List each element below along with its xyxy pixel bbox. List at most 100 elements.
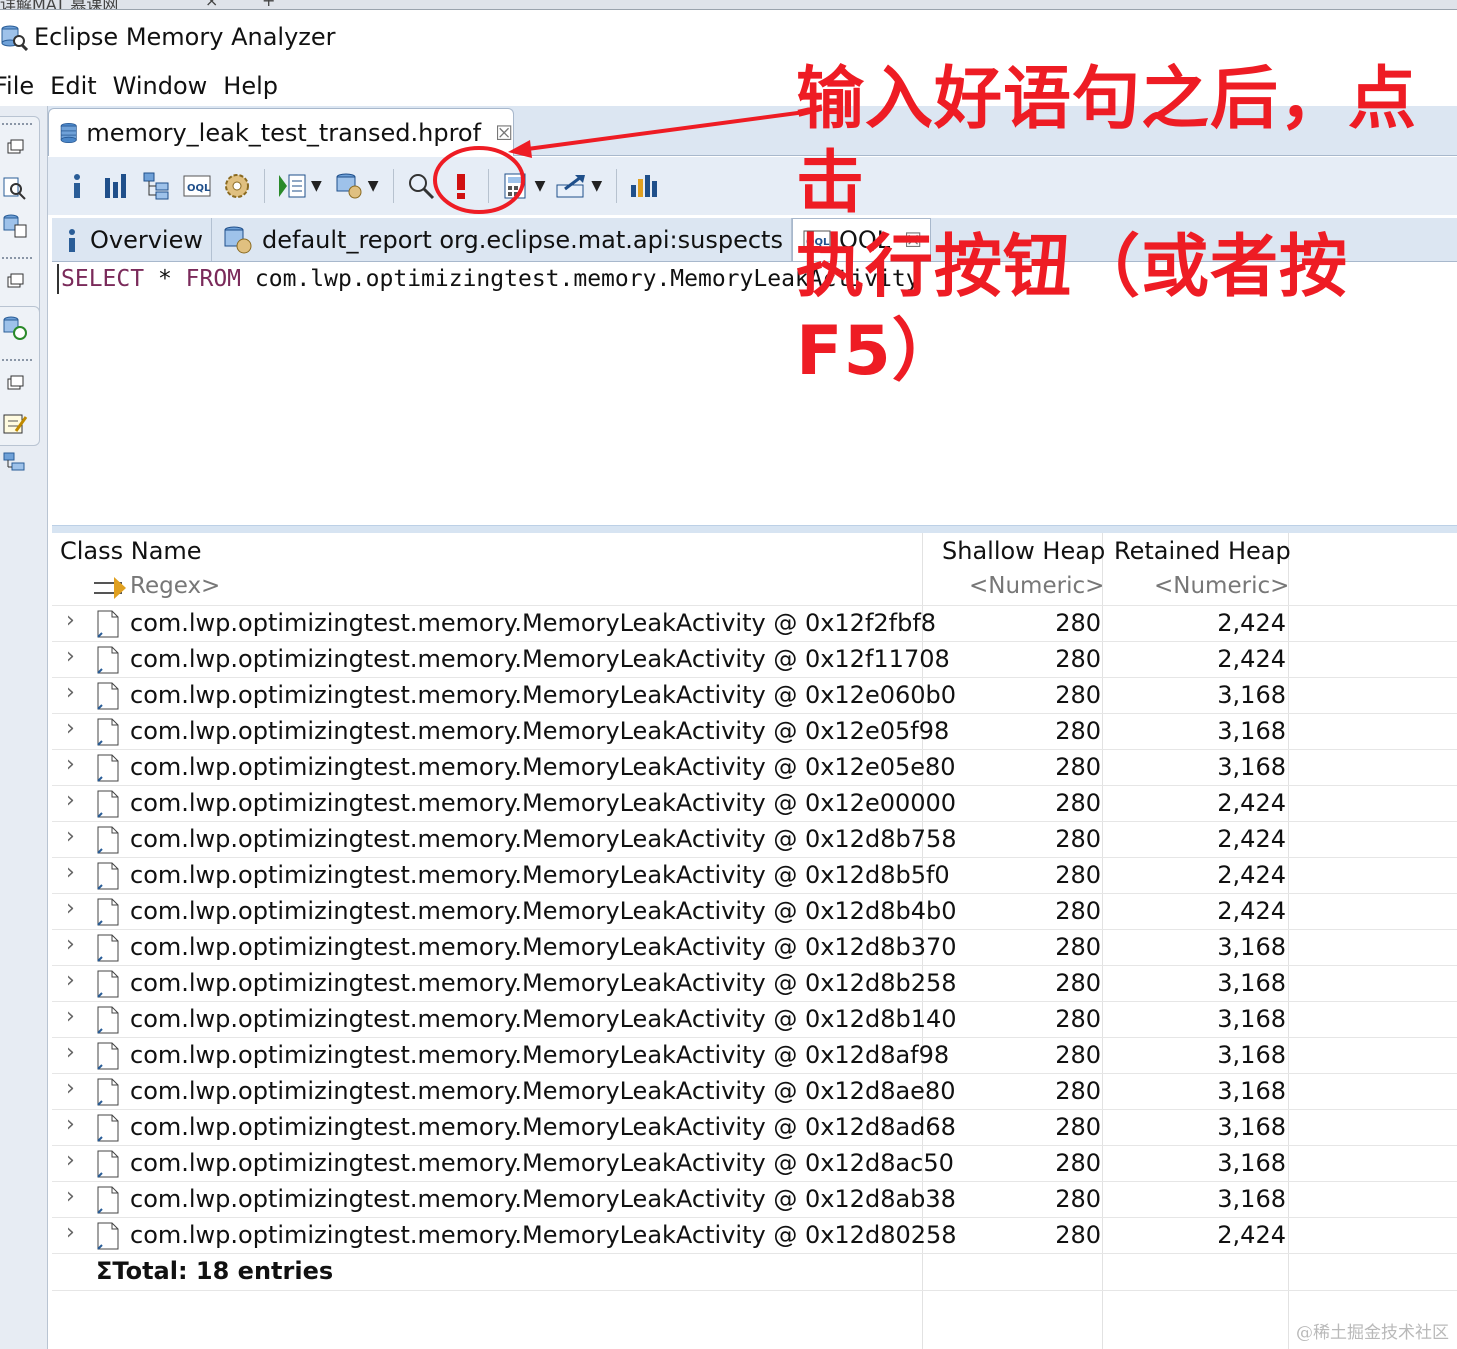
- drag-handle[interactable]: [2, 123, 32, 129]
- chevron-down-icon[interactable]: ▼: [368, 178, 379, 194]
- tab-overview[interactable]: Overview: [52, 218, 212, 261]
- expand-chevron-icon[interactable]: ›: [66, 824, 75, 849]
- annotation-line-2: 执行按钮（或者按F5）: [796, 228, 1349, 391]
- menu-window[interactable]: Window: [113, 72, 208, 100]
- object-icon: [97, 898, 119, 926]
- browser-tab-title[interactable]: 详解MAT 慕课网: [0, 0, 118, 9]
- object-icon: [97, 1222, 119, 1250]
- table-row[interactable]: › com.lwp.optimizingtest.memory.MemoryLea…: [52, 1038, 1457, 1074]
- expand-chevron-icon[interactable]: ›: [66, 1040, 75, 1065]
- table-row[interactable]: › com.lwp.optimizingtest.memory.MemoryLea…: [52, 822, 1457, 858]
- export-button[interactable]: [555, 169, 589, 203]
- table-row[interactable]: › com.lwp.optimizingtest.memory.MemoryLea…: [52, 1002, 1457, 1038]
- filter-retained-heap[interactable]: <Numeric>: [1154, 573, 1289, 599]
- shallow-heap-cell: 280: [1055, 1041, 1101, 1069]
- calculate-retained-size-button[interactable]: [499, 169, 533, 203]
- table-row[interactable]: › com.lwp.optimizingtest.memory.MemoryLea…: [52, 678, 1457, 714]
- expand-chevron-icon[interactable]: ›: [66, 896, 75, 921]
- chevron-down-icon[interactable]: ▼: [535, 178, 546, 194]
- keyword-select: SELECT: [61, 266, 145, 292]
- expand-chevron-icon[interactable]: ›: [66, 968, 75, 993]
- expand-chevron-icon[interactable]: ›: [66, 788, 75, 813]
- thread-overview-button[interactable]: [220, 169, 254, 203]
- notes-history-icon[interactable]: [2, 315, 28, 341]
- execute-query-button[interactable]: [444, 169, 478, 203]
- tab-label: default_report org.eclipse.mat.api:suspe…: [262, 225, 783, 254]
- retained-heap-cell: 3,168: [1217, 933, 1286, 961]
- table-row[interactable]: › com.lwp.optimizingtest.memory.MemoryLea…: [52, 714, 1457, 750]
- expand-chevron-icon[interactable]: ›: [66, 608, 75, 633]
- menu-file[interactable]: File: [0, 72, 34, 100]
- expand-chevron-icon[interactable]: ›: [66, 860, 75, 885]
- expand-chevron-icon[interactable]: ›: [66, 680, 75, 705]
- column-header-retained-heap[interactable]: Retained Heap: [1114, 537, 1291, 565]
- tab-default-report[interactable]: default_report org.eclipse.mat.api:suspe…: [212, 218, 792, 261]
- overview-button[interactable]: [60, 169, 94, 203]
- inspector-icon[interactable]: [2, 175, 28, 201]
- restore-icon[interactable]: [2, 137, 28, 163]
- class-name-cell: com.lwp.optimizingtest.memory.MemoryLeak…: [130, 717, 950, 745]
- navigation-history-icon[interactable]: [2, 449, 28, 475]
- column-header-shallow-heap[interactable]: Shallow Heap: [942, 537, 1105, 565]
- expand-chevron-icon[interactable]: ›: [66, 644, 75, 669]
- table-row[interactable]: › com.lwp.optimizingtest.memory.MemoryLea…: [52, 858, 1457, 894]
- report-icon: [224, 226, 252, 253]
- heap-dump-history-icon[interactable]: [2, 213, 28, 239]
- oql-button[interactable]: OQL: [180, 169, 214, 203]
- table-row[interactable]: › com.lwp.optimizingtest.memory.MemoryLea…: [52, 966, 1457, 1002]
- run-report-button[interactable]: [275, 169, 309, 203]
- class-name-cell: com.lwp.optimizingtest.memory.MemoryLeak…: [130, 1221, 957, 1249]
- editor-tab-heap-dump[interactable]: memory_leak_test_transed.hprof ☒: [48, 108, 514, 156]
- expand-chevron-icon[interactable]: ›: [66, 752, 75, 777]
- dominator-tree-button[interactable]: [140, 169, 174, 203]
- annotation-text: 输入好语句之后，点击 执行按钮（或者按F5）: [796, 58, 1456, 394]
- browser-tab-close-icon[interactable]: ×: [205, 0, 218, 9]
- table-row[interactable]: › com.lwp.optimizingtest.memory.MemoryLea…: [52, 1182, 1457, 1218]
- menu-edit[interactable]: Edit: [50, 72, 96, 100]
- left-trim-stack: [0, 106, 48, 1349]
- table-row[interactable]: › com.lwp.optimizingtest.memory.MemoryLea…: [52, 786, 1457, 822]
- histogram-button[interactable]: [100, 169, 134, 203]
- table-row[interactable]: › com.lwp.optimizingtest.memory.MemoryLea…: [52, 930, 1457, 966]
- column-header-class-name[interactable]: Class Name: [60, 537, 202, 565]
- retained-heap-cell: 3,168: [1217, 969, 1286, 997]
- table-row[interactable]: › com.lwp.optimizingtest.memory.MemoryLea…: [52, 1074, 1457, 1110]
- class-name-cell: com.lwp.optimizingtest.memory.MemoryLeak…: [130, 1041, 950, 1069]
- chevron-down-icon[interactable]: ▼: [591, 178, 602, 194]
- query-text[interactable]: SELECT * FROM com.lwp.optimizingtest.mem…: [57, 264, 920, 294]
- drag-handle[interactable]: [2, 359, 32, 365]
- table-row[interactable]: › com.lwp.optimizingtest.memory.MemoryLea…: [52, 894, 1457, 930]
- notes-icon[interactable]: [2, 411, 28, 437]
- filter-class-name[interactable]: Regex>: [130, 573, 220, 599]
- expand-chevron-icon[interactable]: ›: [66, 1076, 75, 1101]
- expand-chevron-icon[interactable]: ›: [66, 1004, 75, 1029]
- expand-chevron-icon[interactable]: ›: [66, 1148, 75, 1173]
- table-row[interactable]: › com.lwp.optimizingtest.memory.MemoryLea…: [52, 642, 1457, 678]
- restore-icon[interactable]: [2, 373, 28, 399]
- filter-shallow-heap[interactable]: <Numeric>: [969, 573, 1104, 599]
- drag-handle[interactable]: [2, 257, 32, 263]
- expand-chevron-icon[interactable]: ›: [66, 1112, 75, 1137]
- table-row[interactable]: › com.lwp.optimizingtest.memory.MemoryLea…: [52, 1110, 1457, 1146]
- class-name-cell: com.lwp.optimizingtest.memory.MemoryLeak…: [130, 681, 957, 709]
- expand-chevron-icon[interactable]: ›: [66, 932, 75, 957]
- query-browser-button[interactable]: [332, 169, 366, 203]
- new-tab-icon[interactable]: +: [262, 0, 275, 9]
- class-name-cell: com.lwp.optimizingtest.memory.MemoryLeak…: [130, 753, 956, 781]
- table-row[interactable]: › com.lwp.optimizingtest.memory.MemoryLea…: [52, 750, 1457, 786]
- compare-button[interactable]: [627, 169, 661, 203]
- close-icon[interactable]: ☒: [495, 121, 513, 145]
- table-row[interactable]: › com.lwp.optimizingtest.memory.MemoryLea…: [52, 1146, 1457, 1182]
- table-row[interactable]: › com.lwp.optimizingtest.memory.MemoryLea…: [52, 606, 1457, 642]
- expand-chevron-icon[interactable]: ›: [66, 1184, 75, 1209]
- expand-chevron-icon[interactable]: ›: [66, 1220, 75, 1245]
- menu-help[interactable]: Help: [223, 72, 278, 100]
- table-row[interactable]: › com.lwp.optimizingtest.memory.MemoryLea…: [52, 1218, 1457, 1254]
- expand-chevron-icon[interactable]: ›: [66, 716, 75, 741]
- editor-results-sash[interactable]: [52, 525, 1457, 533]
- chevron-down-icon[interactable]: ▼: [311, 178, 322, 194]
- search-button[interactable]: [404, 169, 438, 203]
- total-label: Total: 18 entries: [112, 1257, 334, 1285]
- restore-icon[interactable]: [2, 271, 28, 297]
- toolbar-separator: [616, 169, 618, 203]
